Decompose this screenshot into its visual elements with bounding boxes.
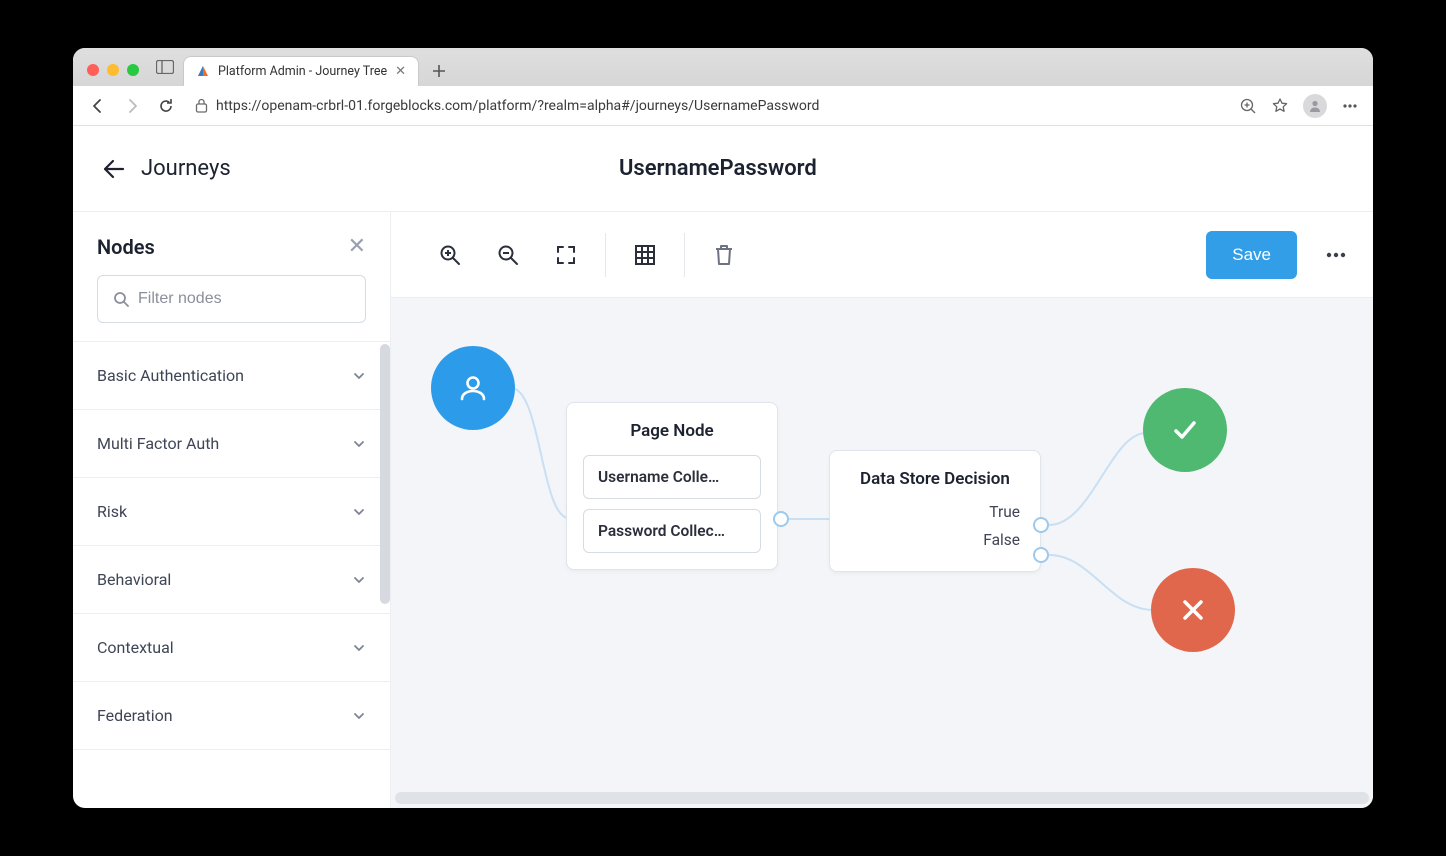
delete-button[interactable] bbox=[711, 242, 737, 268]
node-category-list: Basic Authentication Multi Factor Auth R… bbox=[73, 341, 390, 808]
nodes-sidebar: Nodes ✕ Basic Authentication Multi Facto… bbox=[73, 212, 391, 808]
sidebar-title: Nodes bbox=[97, 235, 155, 259]
search-icon bbox=[112, 290, 130, 308]
filter-nodes-field[interactable] bbox=[97, 275, 366, 323]
canvas-toolbar: Save bbox=[391, 212, 1373, 298]
lock-icon bbox=[195, 98, 208, 113]
profile-avatar[interactable] bbox=[1303, 94, 1327, 118]
zoom-indicator-icon[interactable] bbox=[1239, 97, 1257, 115]
category-label: Contextual bbox=[97, 638, 174, 657]
node-title: Page Node bbox=[583, 421, 761, 441]
app-header: Journeys UsernamePassword bbox=[73, 126, 1373, 212]
browser-addressbar: https://openam-crbrl-01.forgeblocks.com/… bbox=[73, 86, 1373, 126]
user-icon bbox=[456, 371, 490, 405]
canvas-horizontal-scrollbar[interactable] bbox=[395, 792, 1369, 804]
zoom-in-button[interactable] bbox=[437, 242, 463, 268]
chevron-down-icon bbox=[352, 573, 366, 587]
browser-tabbar: Platform Admin - Journey Tree ✕ bbox=[73, 48, 1373, 86]
chevron-down-icon bbox=[352, 709, 366, 723]
bookmark-icon[interactable] bbox=[1271, 97, 1289, 115]
browser-tab[interactable]: Platform Admin - Journey Tree ✕ bbox=[183, 56, 419, 86]
journey-title: UsernamePassword bbox=[231, 156, 1205, 181]
window-controls bbox=[83, 64, 147, 86]
browser-window: Platform Admin - Journey Tree ✕ https://… bbox=[73, 48, 1373, 808]
browser-menu-icon[interactable] bbox=[1341, 97, 1359, 115]
output-port[interactable] bbox=[773, 511, 789, 527]
category-risk[interactable]: Risk bbox=[73, 478, 390, 546]
category-federation[interactable]: Federation bbox=[73, 682, 390, 750]
arrow-left-icon bbox=[101, 156, 127, 182]
success-end-node[interactable] bbox=[1143, 388, 1227, 472]
category-label: Multi Factor Auth bbox=[97, 434, 219, 453]
url-text: https://openam-crbrl-01.forgeblocks.com/… bbox=[216, 98, 819, 114]
x-icon bbox=[1178, 595, 1208, 625]
nav-back-button[interactable] bbox=[87, 95, 109, 117]
outcome-label: True bbox=[989, 503, 1020, 521]
chevron-down-icon bbox=[352, 369, 366, 383]
addressbar-actions bbox=[1239, 94, 1359, 118]
outcome-label: False bbox=[983, 531, 1020, 549]
chevron-down-icon bbox=[352, 437, 366, 451]
canvas-area: Save bbox=[391, 212, 1373, 808]
category-label: Federation bbox=[97, 706, 173, 725]
check-icon bbox=[1167, 412, 1203, 448]
filter-nodes-input[interactable] bbox=[138, 290, 351, 308]
nav-forward-button[interactable] bbox=[121, 95, 143, 117]
more-menu-button[interactable] bbox=[1323, 242, 1349, 268]
url-field[interactable]: https://openam-crbrl-01.forgeblocks.com/… bbox=[189, 98, 1227, 114]
minimize-window-button[interactable] bbox=[107, 64, 119, 76]
sidebar-scrollbar[interactable] bbox=[380, 344, 390, 604]
back-label: Journeys bbox=[141, 156, 231, 181]
category-contextual[interactable]: Contextual bbox=[73, 614, 390, 682]
page-node-child[interactable]: Password Collec… bbox=[583, 509, 761, 553]
start-node[interactable] bbox=[431, 346, 515, 430]
nav-reload-button[interactable] bbox=[155, 95, 177, 117]
category-label: Risk bbox=[97, 502, 127, 521]
chevron-down-icon bbox=[352, 505, 366, 519]
page-node[interactable]: Page Node Username Colle… Password Colle… bbox=[566, 402, 778, 570]
tab-overview-icon[interactable] bbox=[153, 55, 177, 79]
fit-view-button[interactable] bbox=[553, 242, 579, 268]
node-title: Data Store Decision bbox=[846, 469, 1024, 489]
flow-canvas[interactable]: Page Node Username Colle… Password Colle… bbox=[391, 298, 1373, 808]
maximize-window-button[interactable] bbox=[127, 64, 139, 76]
save-button[interactable]: Save bbox=[1206, 231, 1297, 279]
output-port-true[interactable] bbox=[1033, 517, 1049, 533]
toggle-grid-button[interactable] bbox=[632, 242, 658, 268]
output-port-false[interactable] bbox=[1033, 547, 1049, 563]
data-store-decision-node[interactable]: Data Store Decision True False bbox=[829, 450, 1041, 572]
category-multi-factor-auth[interactable]: Multi Factor Auth bbox=[73, 410, 390, 478]
category-label: Basic Authentication bbox=[97, 366, 244, 385]
tab-favicon-icon bbox=[196, 65, 210, 79]
category-basic-authentication[interactable]: Basic Authentication bbox=[73, 342, 390, 410]
tab-title: Platform Admin - Journey Tree bbox=[218, 64, 387, 79]
close-tab-icon[interactable]: ✕ bbox=[395, 64, 406, 79]
close-sidebar-icon[interactable]: ✕ bbox=[348, 234, 366, 259]
page-node-child[interactable]: Username Colle… bbox=[583, 455, 761, 499]
failure-end-node[interactable] bbox=[1151, 568, 1235, 652]
category-behavioral[interactable]: Behavioral bbox=[73, 546, 390, 614]
zoom-out-button[interactable] bbox=[495, 242, 521, 268]
category-label: Behavioral bbox=[97, 570, 171, 589]
close-window-button[interactable] bbox=[87, 64, 99, 76]
chevron-down-icon bbox=[352, 641, 366, 655]
workspace: Nodes ✕ Basic Authentication Multi Facto… bbox=[73, 212, 1373, 808]
back-to-journeys[interactable]: Journeys bbox=[101, 156, 231, 182]
new-tab-button[interactable] bbox=[425, 57, 453, 85]
